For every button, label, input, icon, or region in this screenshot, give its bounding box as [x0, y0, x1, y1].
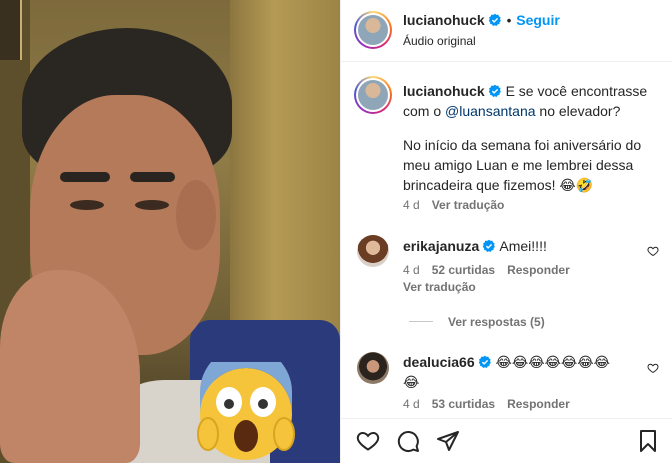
header-separator: • — [506, 13, 512, 28]
comment-time: 4 d — [403, 263, 420, 277]
person-eye — [70, 200, 104, 210]
caption-meta: 4 d Ver tradução — [403, 198, 516, 212]
verified-badge-icon — [483, 239, 496, 252]
person-brow — [60, 172, 110, 182]
comment-likes[interactable]: 52 curtidas — [432, 263, 495, 277]
comment-body: erikajanuza Amei!!!! — [403, 236, 547, 256]
action-bar — [341, 418, 672, 463]
view-replies-row: Ver respostas (5) — [448, 315, 557, 329]
post-caption: lucianohuck E se você encontrasse com o … — [403, 81, 665, 195]
comment-text: 😂😂😂😂😂😂😂 — [495, 354, 611, 370]
comment-meta: 4 d 52 curtidas Responder — [403, 263, 582, 277]
screaming-face-emoji-icon — [197, 362, 295, 460]
follow-button[interactable]: Seguir — [516, 12, 560, 28]
instagram-post: lucianohuck • Seguir Áudio original lucian… — [0, 0, 672, 463]
comment-translate-row: Ver tradução — [403, 280, 488, 294]
comment-text-continued: 😂 — [403, 374, 420, 390]
person-eye — [135, 200, 169, 210]
verified-badge-icon — [488, 84, 501, 97]
comment-likes[interactable]: 53 curtidas — [432, 397, 495, 411]
background-picture-frame — [0, 0, 22, 60]
share-icon[interactable] — [436, 429, 460, 453]
caption-paragraph-line: No início da semana foi aniversário do — [403, 137, 642, 153]
caption-paragraph-line: brincadeira que fizemos! 😂🤣 — [403, 177, 594, 193]
comment-like-heart-icon[interactable] — [647, 245, 659, 257]
heart-icon[interactable] — [356, 429, 380, 453]
commenter-username[interactable]: erikajanuza — [403, 238, 479, 254]
caption-line-1: E se você encontrasse — [505, 83, 648, 99]
comment-translate-link[interactable]: Ver tradução — [403, 280, 476, 294]
view-replies-button[interactable]: Ver respostas (5) — [448, 315, 545, 329]
comment-time: 4 d — [403, 397, 420, 411]
comment-icon[interactable] — [396, 429, 420, 453]
mention-link[interactable]: @luansantana — [445, 103, 536, 119]
reply-button[interactable]: Responder — [507, 263, 570, 277]
author-username[interactable]: lucianohuck — [403, 12, 485, 28]
post-sidebar: lucianohuck • Seguir Áudio original lucian… — [340, 0, 672, 463]
reply-button[interactable]: Responder — [507, 397, 570, 411]
replies-divider — [409, 321, 433, 322]
post-video[interactable] — [0, 0, 340, 463]
caption-author-avatar[interactable] — [354, 76, 392, 114]
author-avatar[interactable] — [354, 11, 392, 49]
person-ear — [176, 180, 216, 250]
verified-badge-icon — [488, 13, 501, 26]
caption-translate-link[interactable]: Ver tradução — [432, 198, 505, 212]
caption-username[interactable]: lucianohuck — [403, 83, 485, 99]
comment-body: dealucia66 😂😂😂😂😂😂😂 😂 — [403, 352, 643, 392]
person-brow — [130, 172, 175, 182]
bookmark-icon[interactable] — [636, 429, 660, 453]
post-header: lucianohuck • Seguir Áudio original — [341, 0, 672, 62]
caption-time: 4 d — [403, 198, 420, 212]
caption-line-2-prefix: com o — [403, 103, 446, 119]
caption-paragraph-line: meu amigo Luan e me lembrei dessa — [403, 157, 634, 173]
header-title-row: lucianohuck • Seguir — [403, 12, 560, 28]
caption-line-2-suffix: no elevador? — [535, 103, 621, 119]
original-audio-link[interactable]: Áudio original — [403, 34, 476, 48]
commenter-avatar[interactable] — [357, 352, 389, 384]
comment-like-heart-icon[interactable] — [647, 362, 659, 374]
comment-text: Amei!!!! — [499, 238, 547, 254]
comment-meta: 4 d 53 curtidas Responder — [403, 397, 582, 411]
verified-badge-icon — [478, 355, 491, 368]
commenter-username[interactable]: dealucia66 — [403, 354, 475, 370]
commenter-avatar[interactable] — [357, 235, 389, 267]
